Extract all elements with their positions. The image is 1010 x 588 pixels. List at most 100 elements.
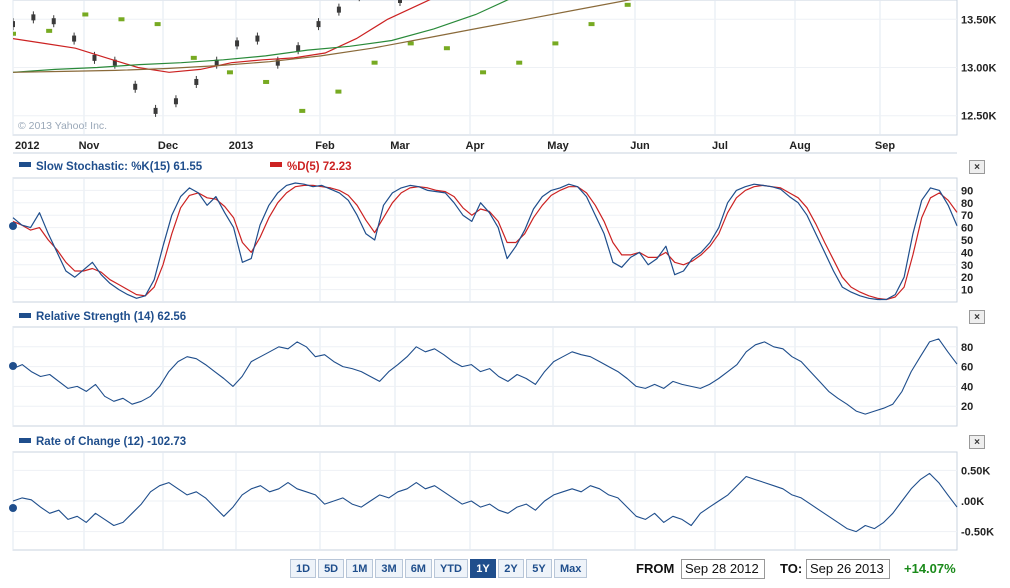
range-button-1d[interactable]: 1D xyxy=(290,559,317,578)
grid-layer xyxy=(12,0,958,551)
stochastic-y-tick: 90 xyxy=(961,185,973,197)
stochastic-y-tick: 40 xyxy=(961,247,973,259)
candle-body xyxy=(13,21,15,28)
d-legend-swatch xyxy=(270,162,282,167)
roc-y-tick: 0.50K xyxy=(961,465,990,477)
rsi-line xyxy=(12,338,958,415)
range-button-1m[interactable]: 1M xyxy=(346,559,374,578)
stochastic-k-line xyxy=(12,182,958,301)
rsi-label: Relative Strength (14) 62.56 xyxy=(36,311,186,323)
left-edge-marker xyxy=(9,222,17,230)
rsi-y-tick: 60 xyxy=(961,362,973,374)
stochastic-y-tick: 20 xyxy=(961,272,973,284)
candle-body xyxy=(235,40,240,47)
range-button-5d[interactable]: 5D xyxy=(318,559,345,578)
price-y-tick: 12.50K xyxy=(961,111,997,123)
sar-dot xyxy=(46,28,53,33)
sar-dot xyxy=(588,22,595,27)
sar-dot xyxy=(335,89,342,94)
stochastic-y-tick: 60 xyxy=(961,223,973,235)
sar-dot xyxy=(371,60,378,65)
sar-dot xyxy=(299,108,306,113)
sar-dot xyxy=(82,12,89,17)
sar-dot xyxy=(226,70,233,75)
k-legend-swatch xyxy=(19,162,31,167)
range-selector: 1D 5D 1M 3M 6M YTD 1Y 2Y 5Y Max xyxy=(290,559,588,578)
close-stochastic-button[interactable]: × xyxy=(969,160,985,174)
sar-dot xyxy=(263,79,270,84)
left-edge-marker xyxy=(9,504,17,512)
to-date-input[interactable]: Sep 26 2013 xyxy=(806,559,890,579)
price-y-tick: 13.50K xyxy=(961,14,997,26)
moving-average-line xyxy=(13,0,431,73)
x-tick-label: Aug xyxy=(789,140,810,152)
sar-dot xyxy=(407,41,414,46)
x-tick-label: Apr xyxy=(466,140,486,152)
candle-body xyxy=(336,6,341,13)
rsi-y-tick: 20 xyxy=(961,401,973,413)
stochastic-y-tick: 50 xyxy=(961,235,973,247)
moving-average-line xyxy=(13,0,509,73)
range-button-1y[interactable]: 1Y xyxy=(469,559,496,578)
close-roc-button[interactable]: × xyxy=(969,435,985,449)
x-tick-label: Feb xyxy=(315,140,335,152)
technical-chart: 2012 Nov Dec 2013 Feb Mar Apr May Jun Jul Aug Sep 13… xyxy=(9,0,997,551)
candle-body xyxy=(194,78,199,85)
to-label: TO: xyxy=(780,561,803,576)
candle-body xyxy=(255,35,260,42)
left-edge-marker xyxy=(9,362,17,370)
range-button-3m[interactable]: 3M xyxy=(375,559,403,578)
x-tick-label: Sep xyxy=(875,140,895,152)
copyright-watermark: © 2013 Yahoo! Inc. xyxy=(18,120,107,132)
candle-body xyxy=(173,98,178,105)
stochastic-k-label: Slow Stochastic: %K(15) 61.55 xyxy=(36,161,203,173)
x-tick-label: Jun xyxy=(630,140,650,152)
candle-body xyxy=(92,54,97,61)
sar-dot xyxy=(552,41,559,46)
candle-body xyxy=(31,14,36,21)
x-tick-label: 2013 xyxy=(229,140,253,152)
stochastic-y-tick: 30 xyxy=(961,260,973,272)
x-tick-label: Dec xyxy=(158,140,178,152)
close-rsi-button[interactable]: × xyxy=(969,310,985,324)
roc-y-tick: .00K xyxy=(961,496,984,508)
from-date-input[interactable]: Sep 28 2012 xyxy=(681,559,765,579)
x-tick-label: May xyxy=(547,140,569,152)
x-tick-label: Jul xyxy=(712,140,728,152)
range-button-2y[interactable]: 2Y xyxy=(497,559,524,578)
candle-body xyxy=(51,18,56,25)
sar-dot xyxy=(190,55,197,60)
stochastic-y-tick: 80 xyxy=(961,198,973,210)
roc-line xyxy=(12,472,958,533)
from-label: FROM xyxy=(636,561,675,576)
candle-body xyxy=(398,0,402,3)
price-series-group xyxy=(13,0,632,117)
sar-dot xyxy=(624,2,631,7)
sar-dot xyxy=(516,60,523,65)
range-button-6m[interactable]: 6M xyxy=(404,559,432,578)
candle-body xyxy=(133,83,138,90)
rsi-y-tick: 40 xyxy=(961,381,973,393)
percent-change: +14.07% xyxy=(904,561,956,576)
range-button-ytd[interactable]: YTD xyxy=(433,559,468,578)
x-tick-label: Nov xyxy=(79,140,101,152)
rsi-legend-swatch xyxy=(19,313,31,318)
axis-layer: 2012 Nov Dec 2013 Feb Mar Apr May Jun Jul Aug Sep 13… xyxy=(15,14,997,538)
roc-label: Rate of Change (12) -102.73 xyxy=(36,436,186,448)
price-y-tick: 13.00K xyxy=(961,63,997,75)
stochastic-y-tick: 70 xyxy=(961,210,973,222)
sar-dot xyxy=(13,31,16,36)
stochastic-d-label: %D(5) 72.23 xyxy=(287,161,352,173)
range-button-5y[interactable]: 5Y xyxy=(525,559,552,578)
stochastic-y-tick: 10 xyxy=(961,285,973,297)
sar-dot xyxy=(118,17,125,22)
range-button-max[interactable]: Max xyxy=(553,559,588,578)
sar-dot xyxy=(154,22,161,27)
rsi-y-tick: 80 xyxy=(961,342,973,354)
candle-body xyxy=(296,45,301,52)
roc-legend-swatch xyxy=(19,438,31,443)
candle-body xyxy=(72,35,77,42)
candle-body xyxy=(316,21,321,28)
candle-body xyxy=(153,107,158,114)
x-tick-label: Mar xyxy=(390,140,410,152)
